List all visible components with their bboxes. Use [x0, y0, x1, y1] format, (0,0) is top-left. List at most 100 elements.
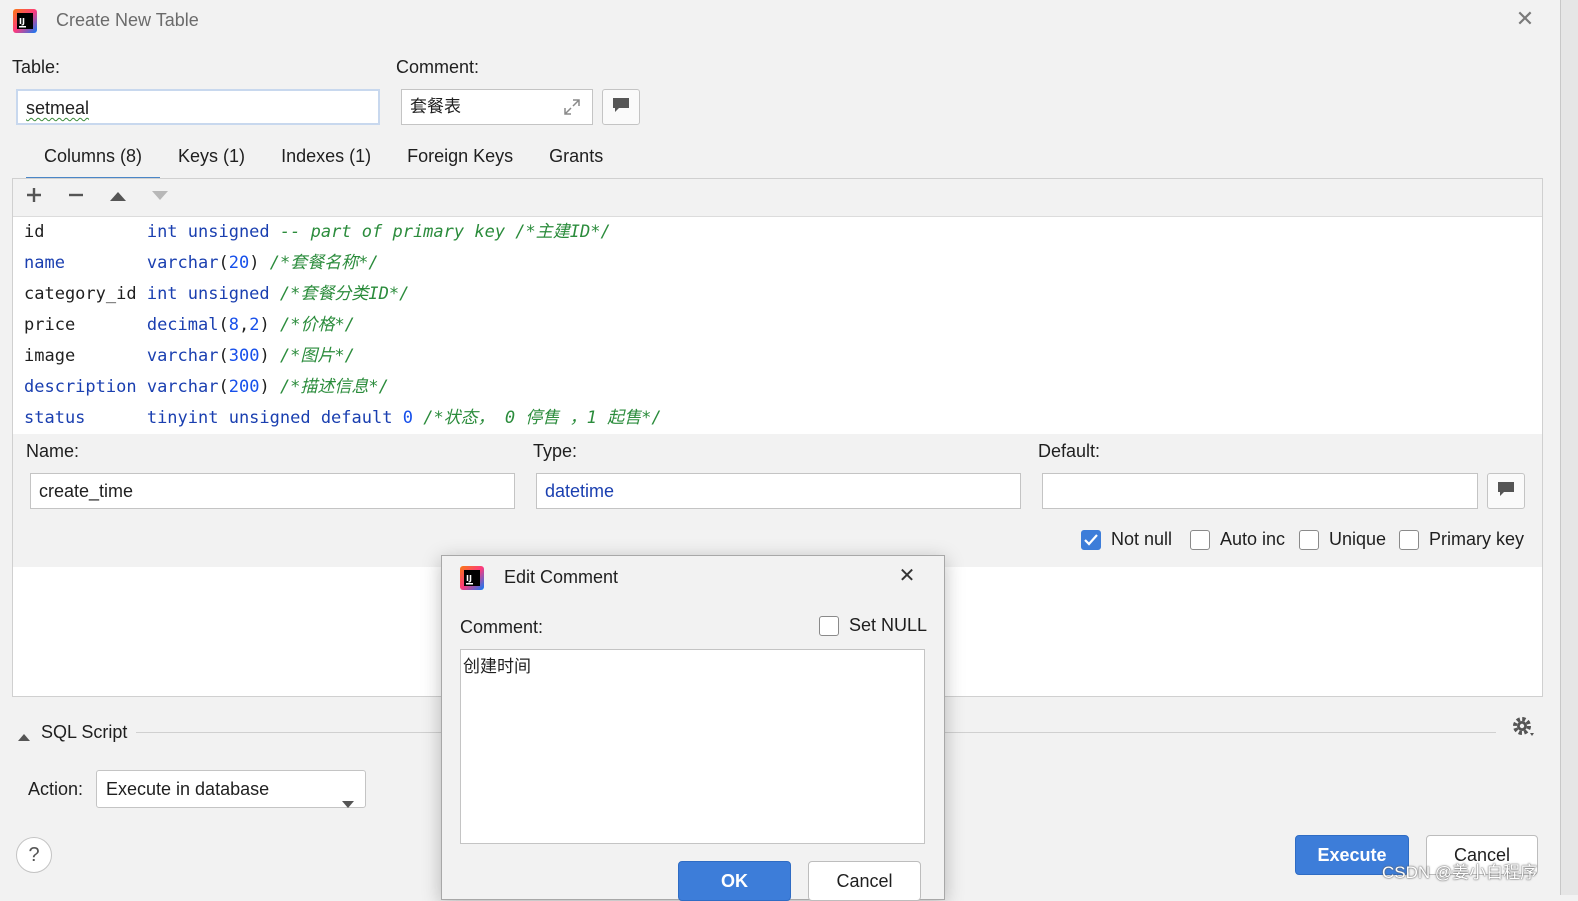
move-up-button[interactable]: [106, 186, 130, 208]
column-definition-token: int unsigned: [146, 222, 280, 242]
column-definition-token: 8: [228, 315, 239, 335]
column-definition-token: ): [259, 315, 280, 335]
column-name: image: [24, 346, 147, 366]
column-definition-token: /*套餐名称*/: [269, 253, 379, 273]
svg-text:IJ: IJ: [19, 17, 25, 26]
column-definition-token: ): [249, 253, 270, 273]
column-row[interactable]: category_id int unsigned /*套餐分类ID*/: [24, 283, 409, 305]
column-row[interactable]: price decimal(8,2) /*价格*/: [24, 314, 355, 336]
minus-icon: [67, 186, 85, 209]
column-definition-token: ,: [238, 315, 250, 335]
help-button[interactable]: ?: [16, 837, 52, 873]
tab-indexes[interactable]: Indexes (1): [263, 142, 389, 180]
primary-key-label: Primary key: [1429, 529, 1525, 549]
column-type-value: datetime: [545, 481, 615, 501]
add-column-button[interactable]: [22, 186, 46, 208]
column-comment-button[interactable]: [1487, 473, 1525, 509]
column-row[interactable]: description varchar(200) /*描述信息*/: [24, 376, 389, 398]
close-icon[interactable]: ✕: [1514, 8, 1536, 30]
tab-columns[interactable]: Columns (8): [26, 142, 161, 180]
dialog-comment-textarea[interactable]: 创建时间: [460, 649, 925, 844]
column-definition-token: 300: [228, 346, 260, 366]
column-row[interactable]: image varchar(300) /*图片*/: [24, 345, 355, 367]
chevron-down-icon: [341, 785, 355, 821]
table-comment-value: 套餐表: [410, 97, 461, 117]
column-definition-token: (: [218, 315, 229, 335]
tab-foreign-keys[interactable]: Foreign Keys: [389, 142, 531, 180]
column-name: status: [24, 408, 147, 428]
collapse-triangle-icon[interactable]: [17, 726, 31, 747]
column-definition-token: decimal: [146, 315, 219, 335]
comment-editor-button[interactable]: [602, 89, 640, 125]
comment-label: Comment:: [396, 57, 480, 77]
column-type-label: Type:: [533, 441, 578, 461]
dialog-cancel-button[interactable]: Cancel: [808, 861, 921, 901]
comment-bubble-icon: [611, 96, 631, 119]
gear-icon[interactable]: [1510, 714, 1538, 745]
column-definition-token: /*图片*/: [279, 346, 355, 366]
column-definition-token: 20: [228, 253, 250, 273]
column-name-input[interactable]: create_time: [30, 473, 515, 509]
column-row[interactable]: status tinyint unsigned default 0 /*状态， …: [24, 407, 662, 429]
column-row[interactable]: name varchar(20) /*套餐名称*/: [24, 252, 379, 274]
move-down-button[interactable]: [148, 186, 172, 208]
column-name: category_id: [24, 284, 147, 304]
column-definition-token: 200: [228, 377, 260, 397]
unique-checkbox[interactable]: [1299, 529, 1319, 550]
column-definition-token: (: [218, 253, 229, 273]
column-definition-token: varchar: [146, 253, 219, 273]
column-definition-token: ): [259, 377, 280, 397]
column-definition-token: (: [218, 377, 229, 397]
column-definition-token: 2: [249, 315, 260, 335]
dialog-title: Edit Comment: [504, 567, 619, 587]
dialog-ok-button[interactable]: OK: [678, 861, 791, 901]
primary-key-checkbox[interactable]: [1399, 529, 1419, 550]
side-scrollbar: [1560, 0, 1578, 895]
not-null-label: Not null: [1111, 529, 1173, 549]
svg-text:IJ: IJ: [466, 574, 472, 583]
column-definition-token: tinyint unsigned default: [146, 408, 403, 428]
app-logo-icon: IJ: [12, 8, 38, 34]
window-title: Create New Table: [56, 10, 199, 30]
tab-keys[interactable]: Keys (1): [160, 142, 263, 180]
dialog-close-icon[interactable]: ✕: [897, 566, 917, 586]
not-null-checkbox[interactable]: [1081, 529, 1101, 550]
column-default-label: Default:: [1038, 441, 1101, 461]
column-definition-token: /*描述信息*/: [279, 377, 389, 397]
arrow-down-icon: [150, 187, 170, 208]
column-definition-token: -- part of primary key /*主建ID*/: [279, 222, 611, 242]
column-name: description: [24, 377, 147, 397]
primary-key-option[interactable]: Primary key: [1399, 529, 1524, 550]
column-name: price: [24, 315, 147, 335]
arrow-up-icon: [108, 187, 128, 208]
column-definition-token: /*套餐分类ID*/: [279, 284, 410, 304]
tab-bar: Columns (8) Keys (1) Indexes (1) Foreign…: [26, 142, 621, 180]
column-row[interactable]: id int unsigned -- part of primary key /…: [24, 221, 611, 243]
not-null-option[interactable]: Not null: [1081, 529, 1172, 550]
plus-icon: [25, 186, 43, 209]
remove-column-button[interactable]: [64, 186, 88, 208]
auto-inc-option[interactable]: Auto inc: [1190, 529, 1285, 550]
comment-bubble-icon: [1496, 480, 1516, 503]
set-null-label: Set NULL: [849, 615, 928, 635]
set-null-option[interactable]: Set NULL: [819, 615, 927, 636]
column-definition-token: int unsigned: [146, 284, 280, 304]
unique-option[interactable]: Unique: [1299, 529, 1386, 550]
unique-label: Unique: [1329, 529, 1387, 549]
column-definition-token: varchar: [146, 377, 219, 397]
column-default-input[interactable]: [1042, 473, 1478, 509]
auto-inc-checkbox[interactable]: [1190, 529, 1210, 550]
tab-grants[interactable]: Grants: [531, 142, 621, 180]
column-type-input[interactable]: datetime: [536, 473, 1021, 509]
column-definition-token: /*状态， 0 停售 ，1 起售*/: [423, 408, 662, 428]
column-definition-token: ): [259, 346, 280, 366]
column-name: name: [24, 253, 147, 273]
column-definition-token: 0: [402, 408, 413, 428]
sql-script-label[interactable]: SQL Script: [41, 722, 127, 743]
set-null-checkbox[interactable]: [819, 615, 839, 636]
action-select[interactable]: Execute in database: [96, 770, 366, 808]
table-name-input[interactable]: setmeal: [16, 89, 380, 125]
expand-icon[interactable]: [562, 97, 582, 117]
column-definition-token: varchar: [146, 346, 219, 366]
checkmark-icon: [1084, 533, 1098, 546]
